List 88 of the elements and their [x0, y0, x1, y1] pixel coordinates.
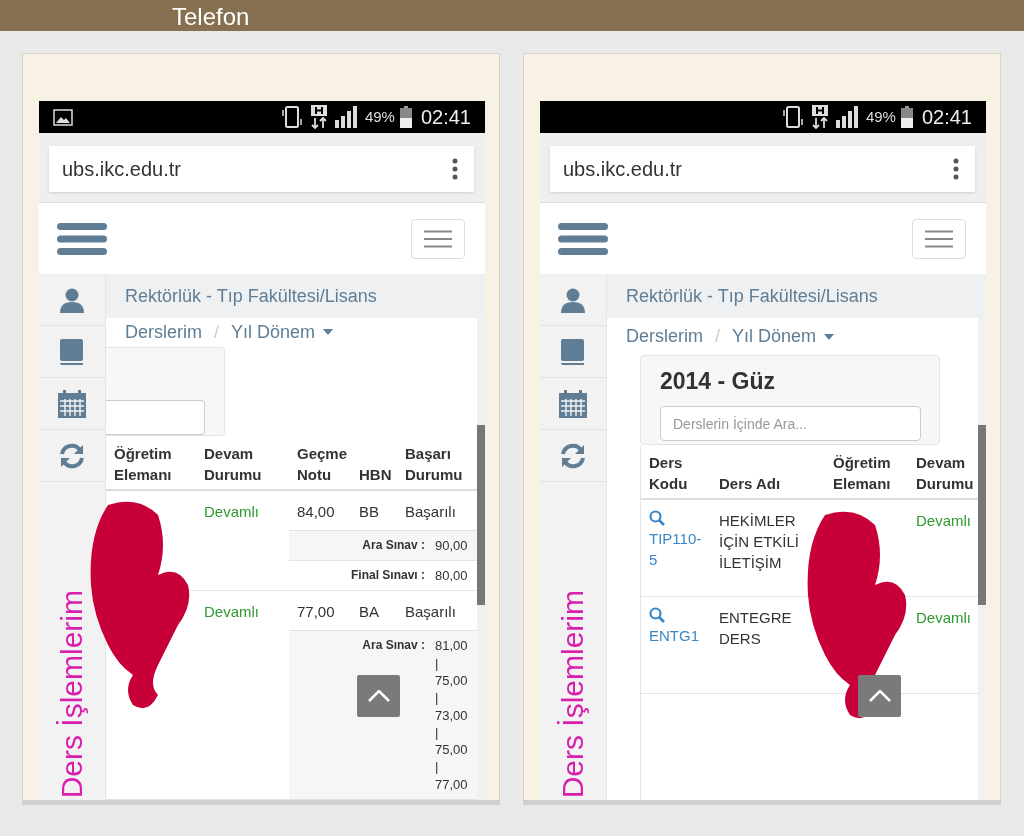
course-code-link[interactable]: TIP110-5 [649, 528, 709, 570]
breadcrumb-link[interactable]: Derslerim [626, 323, 703, 350]
clock-time: 02:41 [420, 105, 471, 130]
column-header[interactable]: Öğretim Elemanı [106, 442, 196, 485]
scrollbar-thumb[interactable] [477, 425, 485, 605]
breadcrumb-separator: / [715, 325, 721, 348]
search-field[interactable]: Derslerin İçinde Ara... [660, 406, 921, 441]
grade-value: 80,00 [435, 567, 469, 585]
menu-icon [925, 229, 953, 248]
vibrate-icon [279, 105, 304, 129]
signal-icon [834, 106, 861, 128]
network-data-icon [308, 104, 329, 130]
book-icon[interactable] [560, 337, 586, 366]
menu-icon[interactable] [57, 221, 107, 256]
column-header[interactable]: Ders Adı [711, 473, 825, 494]
calendar-icon[interactable] [58, 389, 86, 418]
scrollbar-thumb[interactable] [978, 425, 986, 605]
table-cell: BA [359, 603, 379, 621]
menu-toggle-button[interactable] [912, 218, 966, 259]
term-title: 2014 - Güz [660, 367, 777, 396]
more-options-icon[interactable] [452, 158, 458, 180]
column-header[interactable]: HBN [351, 463, 397, 485]
chevron-up-icon [367, 690, 390, 702]
search-icon[interactable] [649, 510, 665, 526]
table-cell: 84,00 [297, 502, 335, 520]
caret-icon [323, 329, 334, 336]
attendance-status: Devamlı [204, 603, 259, 621]
course-code-link[interactable]: ENTG1 [649, 625, 709, 646]
attendance-status: Devamlı [916, 609, 971, 626]
address-bar[interactable]: ubs.ikc.edu.tr [49, 146, 474, 192]
grade-value: 90,00 [435, 536, 469, 555]
breadcrumb-separator: / [214, 320, 220, 344]
sidebar-vertical-label: Ders İşlemlerim [558, 589, 588, 798]
table-cell: HEKİMLER İÇİN ETKİLİ İLETİŞİM [719, 512, 800, 571]
menu-icon [424, 229, 452, 248]
user-icon[interactable] [59, 286, 85, 313]
refresh-icon[interactable] [560, 442, 586, 469]
search-field[interactable] [106, 399, 205, 435]
grade-label: Final Sınavı : [351, 567, 425, 585]
book-icon[interactable] [59, 337, 85, 366]
table-cell: Başarılı [405, 502, 456, 520]
address-bar[interactable]: ubs.ikc.edu.tr [550, 146, 975, 192]
grade-label: Ara Sınav : [362, 536, 425, 554]
clock-time: 02:41 [921, 105, 972, 130]
table-cell: ENTEGRE DERS [719, 609, 792, 647]
table-cell: BB [359, 502, 379, 520]
breadcrumb-dropdown[interactable]: Yıl Dönem [231, 318, 334, 346]
battery-percent: 49% [865, 106, 896, 127]
url-text: ubs.ikc.edu.tr [563, 157, 683, 182]
refresh-icon[interactable] [59, 442, 85, 469]
battery-icon [900, 106, 913, 128]
column-header[interactable]: Başarı Durumu [397, 442, 477, 485]
scroll-to-top-button[interactable] [357, 675, 400, 717]
column-header[interactable]: Devam Durumu [196, 442, 289, 485]
battery-icon [399, 106, 412, 128]
calendar-icon[interactable] [559, 389, 587, 418]
sidebar-vertical-label: Ders İşlemlerim [57, 589, 87, 798]
caret-icon [824, 333, 835, 340]
user-icon[interactable] [560, 286, 586, 313]
grade-value: 81,00 | 75,00 | 73,00 | 75,00 | 77,00 [435, 637, 469, 793]
search-icon[interactable] [649, 607, 665, 623]
column-header[interactable]: Ders Kodu [641, 452, 711, 494]
breadcrumb-dropdown[interactable]: Yıl Dönem [732, 323, 835, 350]
column-header[interactable]: Devam Durumu [908, 452, 978, 494]
column-header[interactable]: Geçme Notu [289, 442, 351, 485]
column-header[interactable]: Öğretim Elemanı [825, 452, 908, 494]
chevron-up-icon [868, 690, 891, 702]
attendance-status: Devamlı [204, 502, 259, 520]
breadcrumb-link[interactable]: Derslerim [125, 318, 202, 346]
network-data-icon [809, 104, 830, 130]
vibrate-icon [780, 105, 805, 129]
scroll-to-top-button[interactable] [858, 675, 901, 717]
menu-toggle-button[interactable] [411, 218, 465, 259]
url-text: ubs.ikc.edu.tr [62, 157, 182, 182]
grade-label: Ara Sınav : [362, 637, 425, 655]
more-options-icon[interactable] [953, 158, 959, 180]
image-icon [53, 108, 73, 126]
scrollbar[interactable] [978, 318, 986, 800]
page-header-title: Rektörlük - Tıp Fakültesi/Lisans [125, 284, 377, 308]
attendance-status: Devamlı [916, 512, 971, 529]
banner-title: Telefon [172, 3, 250, 31]
battery-percent: 49% [364, 106, 395, 127]
menu-icon[interactable] [558, 221, 608, 256]
scrollbar[interactable] [477, 318, 485, 800]
table-cell: 77,00 [297, 603, 335, 621]
signal-icon [333, 106, 360, 128]
table-cell: Başarılı [405, 603, 456, 621]
page-header-title: Rektörlük - Tıp Fakültesi/Lisans [626, 284, 878, 308]
